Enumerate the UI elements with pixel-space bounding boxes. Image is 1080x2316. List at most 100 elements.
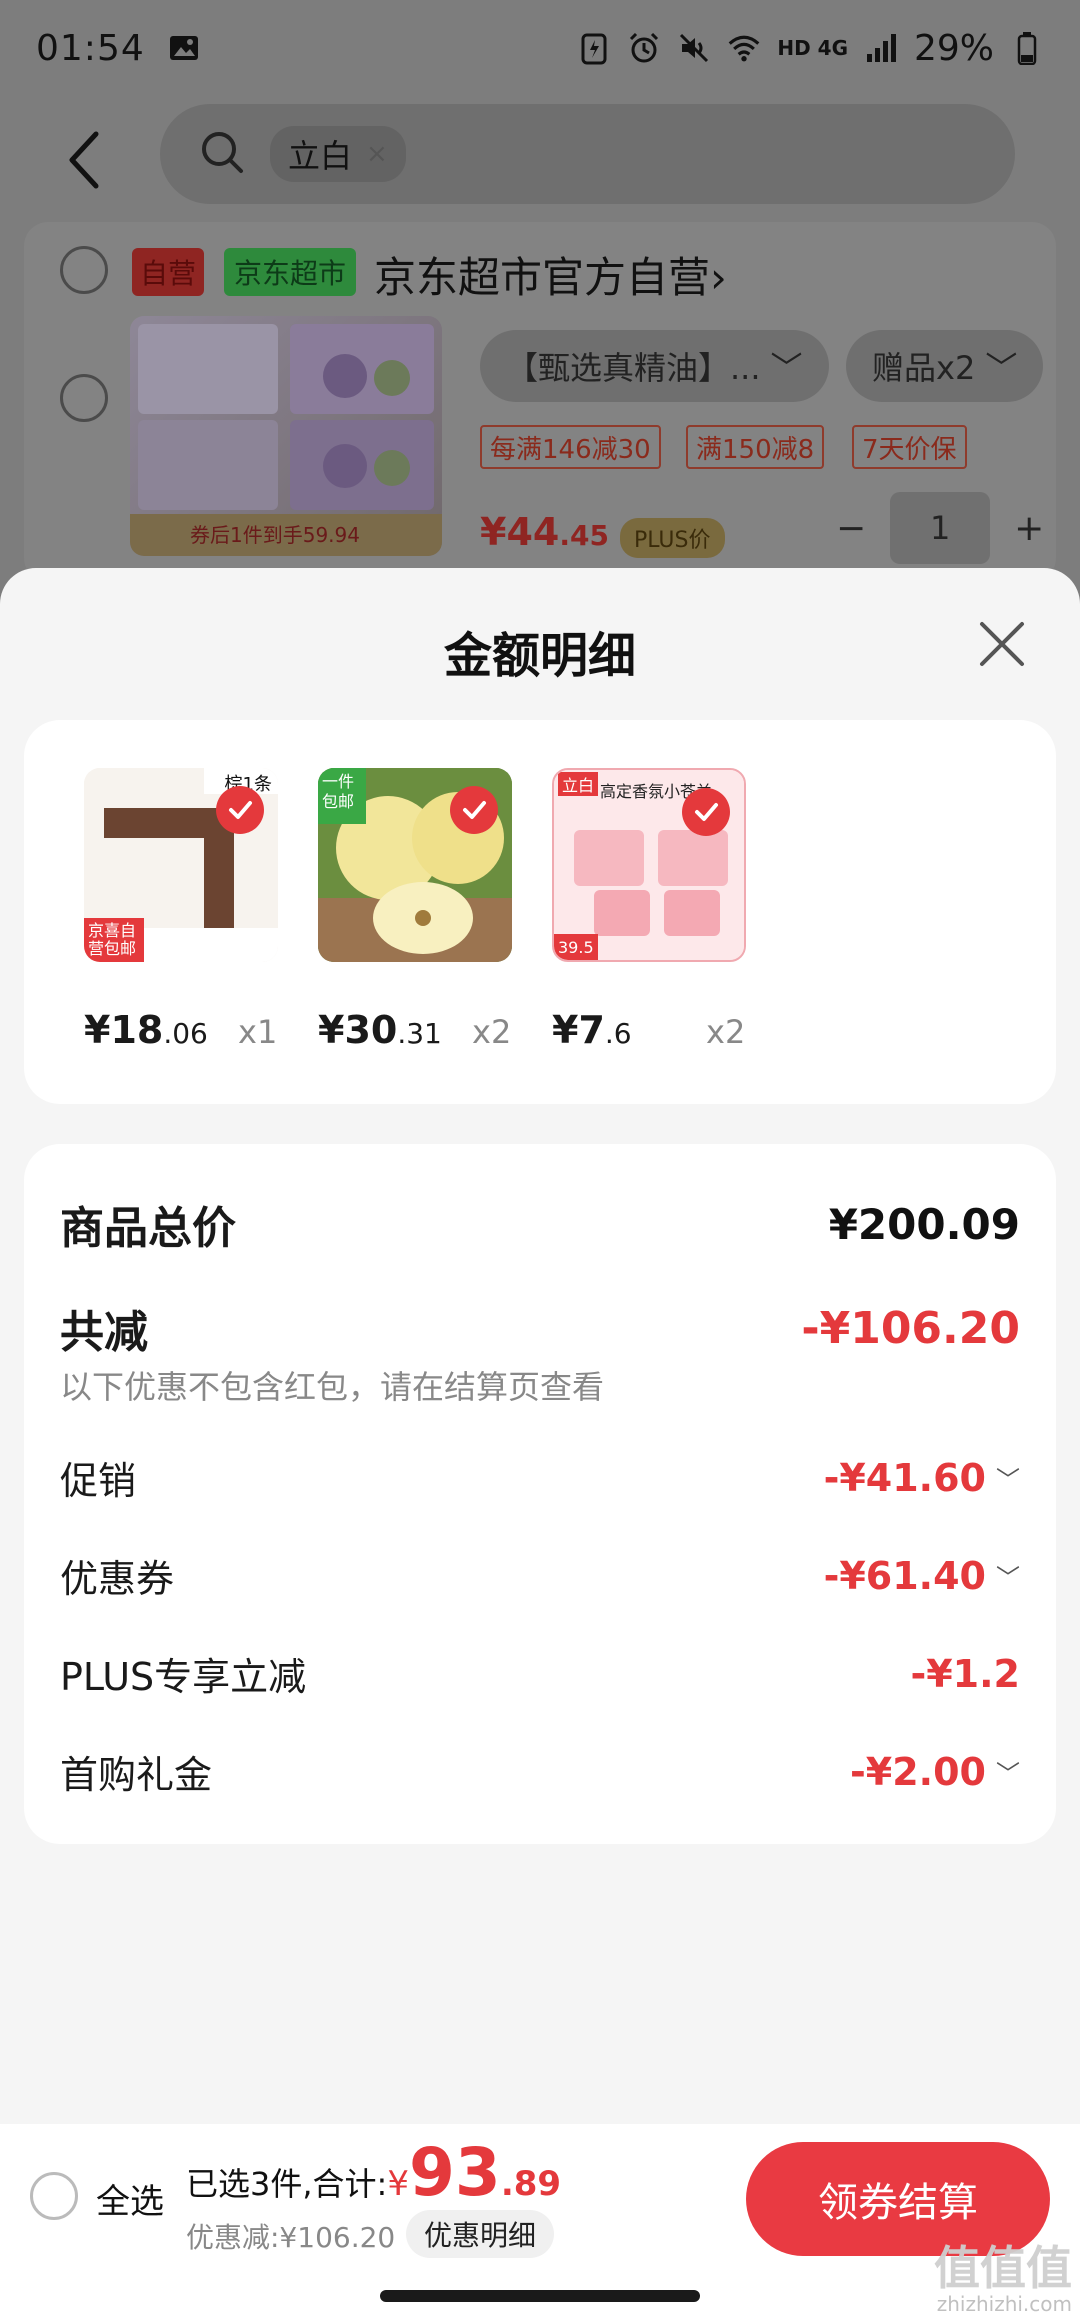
checkmark-icon	[216, 786, 264, 834]
promotion-row[interactable]: 促销 -¥41.60 ﹀	[60, 1450, 1020, 1505]
plus-discount-row: PLUS专享立减 -¥1.2	[60, 1646, 1020, 1701]
item-price-integer: ¥30	[318, 1008, 398, 1052]
selected-items-card: 京喜自营包邮 棕1条 ¥18.06 x1 一件包邮 ¥30.31 x2 立白 高…	[24, 720, 1056, 1104]
first-purchase-row[interactable]: 首购礼金 -¥2.00 ﹀	[60, 1744, 1020, 1799]
battery-percent: 29%	[913, 27, 994, 69]
gallery-notification-icon	[167, 31, 201, 65]
item-quantity: x2	[472, 1013, 512, 1051]
discount-label: 共减	[60, 1307, 148, 1358]
item-price: ¥18.06	[84, 1008, 208, 1052]
chevron-down-icon: ﹀	[985, 349, 1018, 387]
selected-item[interactable]: 立白 高定香氛小苍兰 39.5 ¥7.6 x2	[552, 768, 746, 1052]
item-brand-tag: 立白	[558, 772, 599, 796]
store-chevron-icon: ›	[710, 253, 727, 302]
discount-row: 共减 -¥106.20	[60, 1296, 1020, 1360]
apple-product-image: 一件包邮	[318, 768, 512, 962]
site-watermark: 值值值 zhizhizhi.com	[934, 2232, 1072, 2316]
promotion-value: -¥41.60 ﹀	[824, 1456, 1020, 1500]
coupon-value: -¥61.40 ﹀	[824, 1554, 1020, 1598]
chevron-down-icon: ﹀	[996, 1564, 1020, 1592]
self-operated-tag: 自营	[132, 248, 205, 296]
plus-discount-label: PLUS专享立减	[60, 1655, 307, 1699]
coupon-row[interactable]: 优惠券 -¥61.40 ﹀	[60, 1548, 1020, 1603]
store-select-radio[interactable]	[60, 246, 108, 294]
currency-symbol: ¥	[387, 2164, 409, 2204]
clock: 01:54	[36, 27, 145, 69]
item-price-badge: 39.5	[558, 938, 594, 957]
select-all-label[interactable]: 全选	[96, 2174, 164, 2223]
alarm-icon	[627, 31, 661, 65]
checkout-bar: 全选 已选3件,合计:¥93.89 优惠减:¥106.20 优惠明细 领券结算	[0, 2124, 1080, 2274]
discount-note: 以下优惠不包含红包，请在结算页查看	[60, 1368, 605, 1406]
total-decimal: .89	[500, 2164, 562, 2204]
spec-selector[interactable]: 【甄选真精油】... ﹀	[480, 330, 829, 402]
total-label: 商品总价	[60, 1203, 236, 1254]
promo-tag-2: 满150减8	[686, 425, 825, 469]
chevron-down-icon: ﹀	[996, 1760, 1020, 1788]
quantity-stepper: − 1 +	[836, 492, 1044, 564]
first-purchase-label: 首购礼金	[60, 1753, 213, 1797]
item-price-decimal: .06	[163, 1017, 208, 1050]
battery-icon	[1010, 31, 1044, 65]
search-keyword: 立白	[288, 137, 353, 175]
qty-plus-button[interactable]: +	[1014, 508, 1044, 549]
network-type: HD 4G	[777, 36, 848, 60]
search-header: 立白 ×	[0, 96, 1080, 226]
product-select-radio[interactable]	[60, 374, 108, 422]
total-integer: 93	[408, 2134, 501, 2211]
checkmark-icon	[682, 788, 730, 836]
total-value: ¥200.09	[828, 1199, 1020, 1249]
select-all-radio[interactable]	[30, 2172, 78, 2220]
search-box[interactable]: 立白 ×	[160, 104, 1015, 204]
qty-input[interactable]: 1	[890, 492, 991, 564]
amount-detail-sheet: 金额明细 京喜自营包邮 棕1条 ¥18.06 x1 一件包邮 ¥30.31 x2…	[0, 568, 1080, 2124]
clear-keyword-icon[interactable]: ×	[366, 139, 388, 169]
qty-minus-button[interactable]: −	[836, 508, 866, 549]
battery-saver-icon	[577, 31, 611, 65]
selected-item[interactable]: 京喜自营包邮 棕1条 ¥18.06 x1	[84, 768, 278, 1052]
promotion-amount: -¥41.60	[823, 1455, 986, 1500]
system-nav-bar	[0, 2274, 1080, 2316]
item-price-integer: ¥18	[84, 1008, 164, 1052]
item-quantity: x1	[238, 1013, 278, 1051]
home-gesture-bar[interactable]	[380, 2290, 700, 2302]
search-keyword-chip[interactable]: 立白 ×	[270, 126, 406, 182]
detergent-product-image	[138, 324, 434, 510]
promotion-label: 促销	[60, 1459, 137, 1503]
close-icon[interactable]	[976, 618, 1028, 670]
plus-discount-value: -¥1.2	[910, 1651, 1020, 1696]
discount-value: -¥106.20	[801, 1302, 1020, 1354]
gift-selector[interactable]: 赠品x2 ﹀	[846, 330, 1044, 402]
selected-total: 已选3件,合计:¥93.89	[186, 2134, 561, 2211]
fragrance-bead-product-image: 立白 高定香氛小苍兰 39.5	[552, 768, 746, 962]
item-price: ¥30.31	[318, 1008, 442, 1052]
price-summary-card: 商品总价 ¥200.09 共减 -¥106.20 以下优惠不包含红包，请在结算页…	[24, 1144, 1056, 1844]
item-corner-badge: 京喜自营包邮	[88, 921, 137, 958]
watermark-url: zhizhizhi.com	[936, 2292, 1072, 2316]
item-tag: 一件包邮	[322, 772, 355, 811]
search-icon	[198, 128, 246, 180]
watermark-text: 值值值	[934, 2241, 1072, 2295]
discount-summary: 优惠减:¥106.20	[186, 2221, 396, 2254]
item-price: ¥7.6	[552, 1008, 632, 1052]
selected-item[interactable]: 一件包邮 ¥30.31 x2	[318, 768, 512, 1052]
gift-label: 赠品x2	[872, 349, 976, 387]
spec-label: 【甄选真精油】...	[506, 349, 761, 387]
checkmark-icon	[450, 786, 498, 834]
discount-detail-button[interactable]: 优惠明细	[406, 2210, 555, 2258]
plus-price-tag: PLUS价	[620, 518, 725, 558]
signal-icon	[864, 31, 898, 65]
product-thumbnail[interactable]: 券后1件到手59.94	[130, 316, 442, 556]
store-name[interactable]: 京东超市官方自营›	[374, 244, 727, 305]
back-button[interactable]	[60, 120, 110, 200]
item-price-decimal: .31	[397, 1017, 442, 1050]
wifi-icon	[727, 31, 761, 65]
promo-tag-1: 每满146减30	[480, 425, 661, 469]
item-price-integer: ¥7	[552, 1008, 605, 1052]
first-purchase-amount: -¥2.00	[850, 1749, 986, 1794]
coupon-amount: -¥61.40	[823, 1553, 986, 1598]
product-coupon-banner: 券后1件到手59.94	[130, 514, 442, 556]
item-quantity: x2	[706, 1013, 746, 1051]
total-row: 商品总价 ¥200.09	[60, 1192, 1020, 1256]
sheet-title: 金额明细	[443, 628, 636, 684]
